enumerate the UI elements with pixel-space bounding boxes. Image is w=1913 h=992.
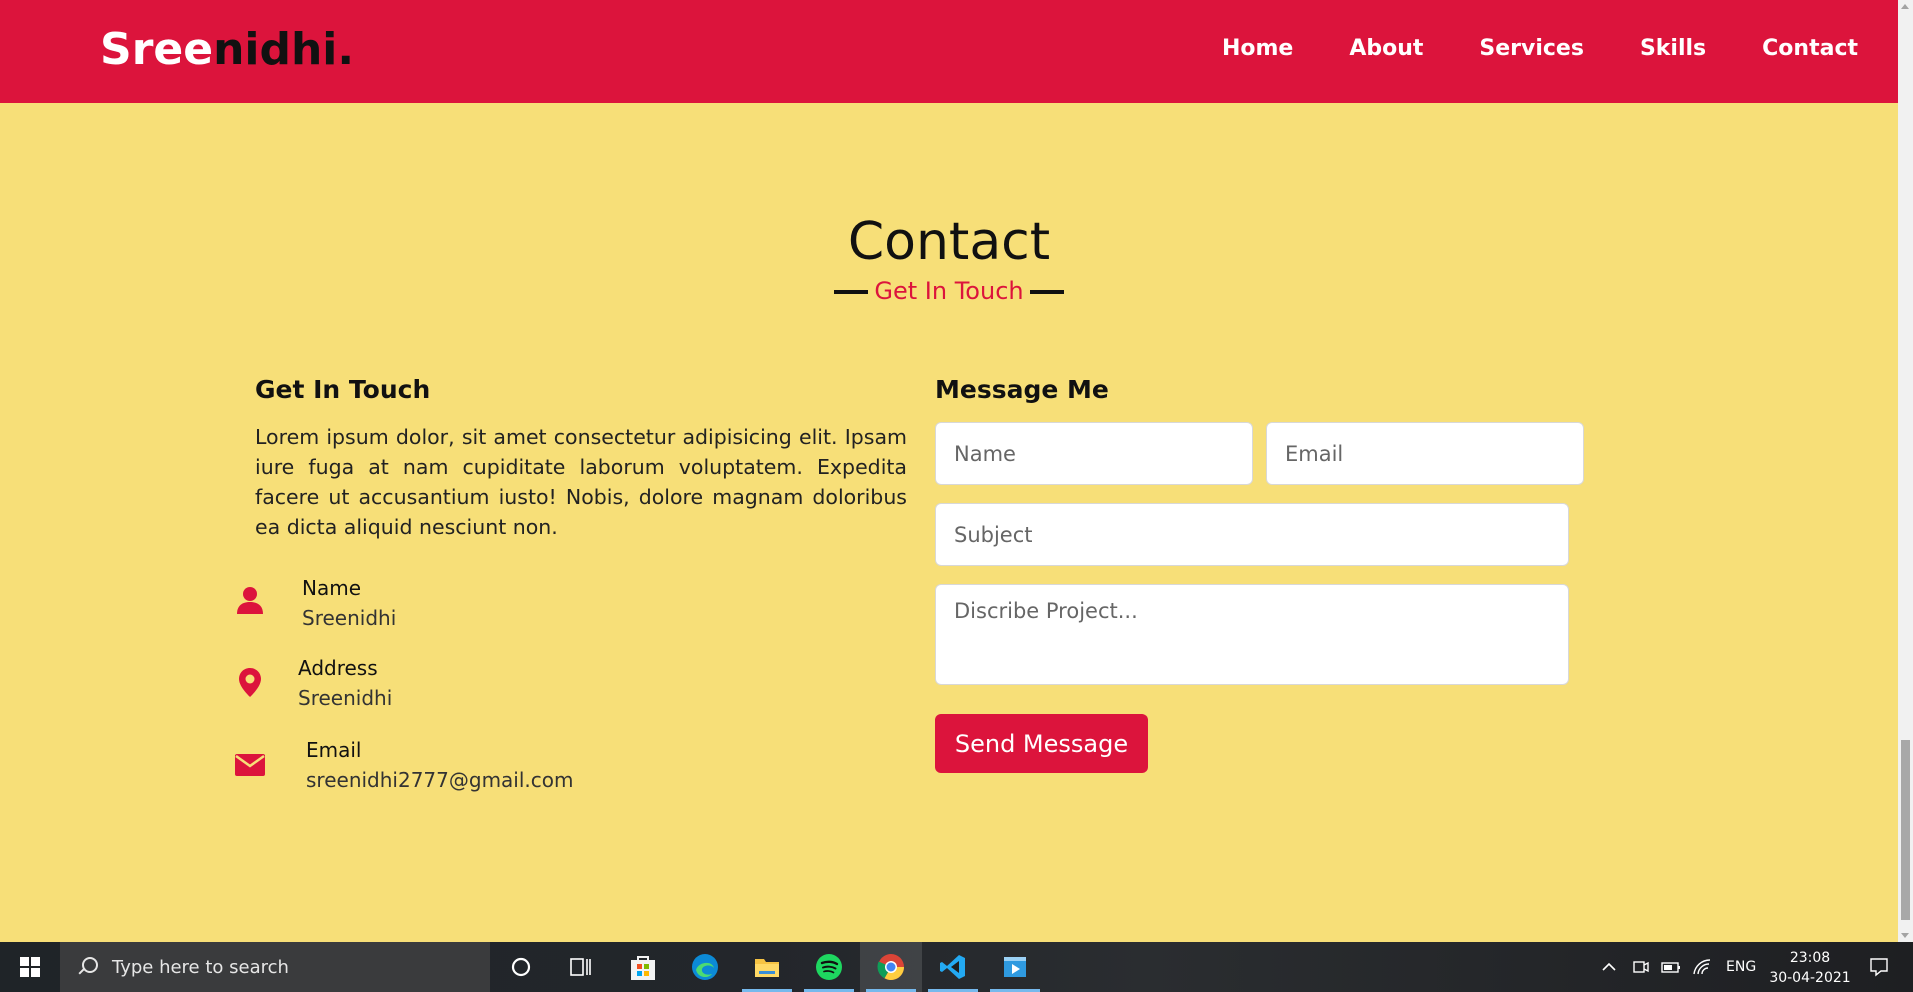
store-icon[interactable] [612, 942, 674, 992]
nav-link-home[interactable]: Home [1222, 36, 1293, 61]
windows-logo-icon [20, 957, 40, 977]
scroll-up-icon[interactable] [1901, 4, 1909, 9]
info-email-value: sreenidhi2777@gmail.com [306, 768, 574, 792]
search-icon [76, 956, 98, 978]
navbar: Sreenidhi. Home About Services Skills Co… [0, 0, 1898, 103]
vscode-icon[interactable] [922, 942, 984, 992]
language-indicator[interactable]: ENG [1726, 942, 1756, 992]
task-view-icon[interactable] [550, 942, 612, 992]
meet-now-icon[interactable] [1632, 942, 1650, 992]
info-address-label: Address [298, 656, 378, 680]
page-scrollbar[interactable] [1898, 0, 1913, 942]
spotify-icon[interactable] [798, 942, 860, 992]
contact-info-column: Get In Touch Lorem ipsum dolor, sit amet… [255, 375, 907, 542]
message-me-heading: Message Me [935, 375, 1109, 404]
windows-taskbar: Type here to search ENG 23:08 30-04-2021 [0, 942, 1913, 992]
project-textarea[interactable] [935, 584, 1569, 685]
clock-date: 30-04-2021 [1769, 970, 1851, 986]
subtitle-line-left [834, 290, 869, 294]
chrome-icon[interactable] [860, 942, 922, 992]
section-title: Contact [847, 212, 1051, 272]
name-input[interactable] [935, 422, 1253, 485]
subtitle-text: Get In Touch [874, 277, 1024, 305]
notification-center-icon[interactable] [1868, 942, 1890, 992]
tray-overflow-icon[interactable] [1600, 942, 1618, 992]
logo-part-2: nidhi. [213, 24, 355, 75]
cortana-icon[interactable] [490, 942, 552, 992]
clock-time: 23:08 [1789, 950, 1831, 966]
edge-icon[interactable] [674, 942, 736, 992]
browser-page: Sreenidhi. Home About Services Skills Co… [0, 0, 1898, 942]
nav-link-services[interactable]: Services [1479, 36, 1584, 61]
info-address-value: Sreenidhi [298, 686, 393, 710]
contact-info-heading: Get In Touch [255, 375, 431, 404]
logo[interactable]: Sreenidhi. [100, 24, 354, 75]
info-name-value: Sreenidhi [302, 606, 397, 630]
email-input[interactable] [1266, 422, 1584, 485]
info-email-label: Email [306, 738, 362, 762]
taskbar-search-text: Type here to search [112, 956, 289, 978]
taskbar-search[interactable]: Type here to search [60, 942, 490, 992]
media-player-icon[interactable] [984, 942, 1046, 992]
file-explorer-icon[interactable] [736, 942, 798, 992]
subtitle-line-right [1029, 290, 1064, 294]
nav-link-about[interactable]: About [1349, 36, 1423, 61]
send-message-button[interactable]: Send Message [935, 714, 1148, 773]
user-icon [237, 587, 263, 614]
start-button[interactable] [0, 942, 60, 992]
main-nav: Home About Services Skills Contact [1166, 36, 1858, 61]
battery-icon[interactable] [1660, 942, 1682, 992]
scroll-down-icon[interactable] [1901, 933, 1909, 938]
contact-info-paragraph: Lorem ipsum dolor, sit amet consectetur … [255, 425, 907, 539]
envelope-icon [235, 754, 265, 776]
wifi-icon[interactable] [1692, 942, 1712, 992]
info-name-label: Name [302, 576, 362, 600]
nav-link-skills[interactable]: Skills [1640, 36, 1706, 61]
section-subtitle: Get In Touch [0, 277, 1898, 305]
scrollbar-thumb[interactable] [1901, 740, 1910, 920]
map-marker-icon [239, 668, 261, 697]
subject-input[interactable] [935, 503, 1569, 566]
taskbar-clock[interactable]: 23:08 30-04-2021 [1765, 948, 1855, 988]
nav-link-contact[interactable]: Contact [1762, 36, 1858, 61]
logo-part-1: Sree [100, 24, 214, 75]
